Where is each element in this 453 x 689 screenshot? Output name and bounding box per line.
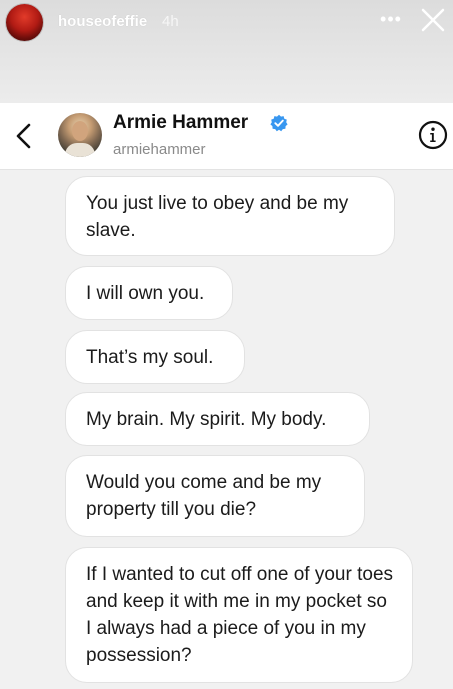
message-bubble[interactable]: I will own you. [65,266,233,320]
info-icon[interactable] [418,120,448,150]
story-header: houseofeffie 4h ••• [0,0,453,103]
chevron-left-icon[interactable] [13,121,35,151]
contact-name[interactable]: Armie Hammer [113,112,248,134]
more-horizontal-icon[interactable]: ••• [376,8,406,30]
message-bubble[interactable]: My brain. My spirit. My body. [65,392,370,446]
verified-badge-icon [270,114,288,132]
message-list[interactable]: You just live to obey and be my slave. I… [0,170,453,689]
message-bubble[interactable]: That’s my soul. [65,330,245,384]
message-bubble[interactable]: You just live to obey and be my slave. [65,176,395,256]
close-icon[interactable] [419,6,447,34]
story-username[interactable]: houseofeffie [58,13,147,30]
story-avatar[interactable] [6,4,43,41]
message-bubble[interactable]: Would you come and be my property till y… [65,455,365,537]
message-bubble[interactable]: If I wanted to cut off one of your toes … [65,547,413,683]
contact-avatar[interactable] [58,113,102,157]
contact-handle: armiehammer [113,141,206,158]
story-timestamp: 4h [162,13,179,30]
conversation-header: Armie Hammer armiehammer [0,103,453,170]
